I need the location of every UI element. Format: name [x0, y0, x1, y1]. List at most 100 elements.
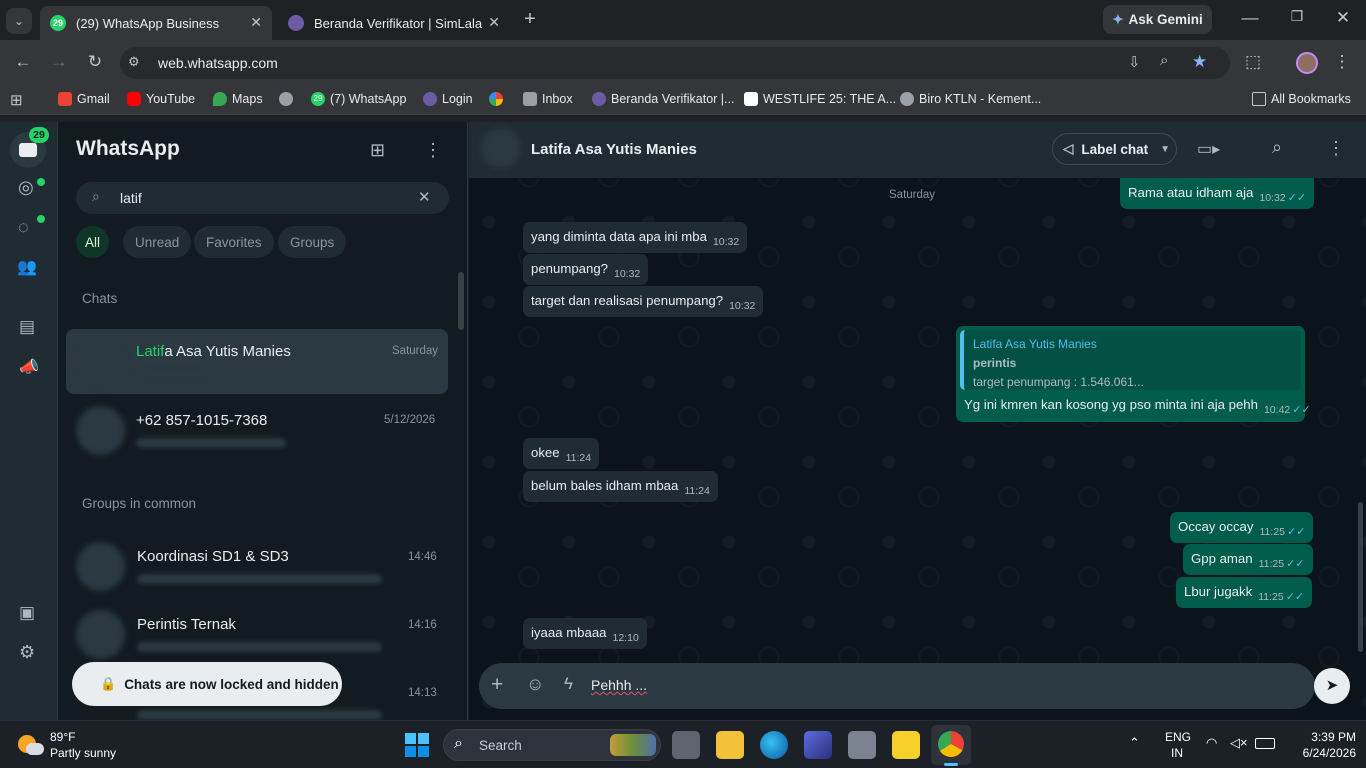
group-row-perintis[interactable]: Perintis Ternak 14:16	[66, 602, 448, 667]
back-icon[interactable]: ←	[12, 52, 34, 72]
message-bubble-in[interactable]: belum bales idham mbaa 11:24	[523, 471, 718, 502]
filter-unread[interactable]: Unread	[123, 226, 192, 258]
whatsapp-favicon-icon: 29	[50, 15, 66, 31]
tab-whatsapp[interactable]: 29 (29) WhatsApp Business ✕	[40, 6, 272, 40]
settings-icon[interactable]: ⚙	[19, 642, 35, 663]
clear-search-icon[interactable]: ✕	[418, 188, 431, 206]
chevron-up-icon[interactable]: ⌃	[1129, 735, 1140, 751]
media-icon[interactable]: ▣	[19, 603, 35, 623]
bookmark-gmail[interactable]: Gmail	[58, 92, 110, 106]
message-bubble-out[interactable]: Lbur jugakk 11:25 ✓✓	[1176, 577, 1313, 608]
message-bubble-out[interactable]: Rama atau idham aja 10:32 ✓✓	[1120, 178, 1315, 209]
bookmark-inbox[interactable]: Inbox	[523, 92, 573, 106]
tab-search-icon[interactable]: ⌄	[6, 8, 32, 34]
browser-menu-icon[interactable]: ⋮	[1332, 52, 1352, 72]
copilot-app-icon[interactable]	[804, 731, 832, 759]
cloud-icon	[26, 743, 44, 755]
channels-icon[interactable]: ◌	[18, 217, 29, 238]
restore-icon[interactable]: ❐	[1287, 8, 1307, 25]
communities-icon[interactable]: 👥	[17, 257, 37, 277]
lang-top[interactable]: ENG	[1165, 730, 1191, 744]
message-bubble-out[interactable]: Occay occay 11:25 ✓✓	[1170, 512, 1314, 543]
bookmark-youtube[interactable]: YouTube	[127, 92, 195, 106]
chat-menu-icon[interactable]: ⋮	[1327, 138, 1345, 159]
tab-simlala[interactable]: Beranda Verifikator | SimLala ✕	[278, 6, 510, 40]
bookmark-star-icon[interactable]: ★	[1192, 52, 1207, 72]
chat-row-phone[interactable]: +62 857-1015-7368 5/12/2026	[66, 398, 448, 463]
sticker-emoji-icon[interactable]: ☺	[526, 674, 544, 695]
bookmark-biro-ktln[interactable]: Biro KTLN - Kement...	[900, 92, 1041, 106]
message-bubble-out[interactable]: Gpp aman 11:25 ✓✓	[1183, 544, 1313, 575]
profile-avatar[interactable]	[1296, 52, 1318, 74]
close-tab-icon[interactable]: ✕	[488, 14, 500, 31]
message-bubble-in[interactable]: yang diminta data apa ini mba 10:32	[523, 222, 748, 253]
minimize-icon[interactable]: —	[1240, 8, 1260, 28]
label-chat-button[interactable]: ◁ Label chat ▼	[1052, 133, 1177, 165]
group-row-koordinasi[interactable]: Koordinasi SD1 & SD3 14:46	[66, 534, 448, 599]
message-bubble-in[interactable]: okee 11:24	[523, 438, 600, 469]
quick-replies-icon[interactable]: ϟ	[564, 674, 573, 694]
sticky-notes-icon[interactable]	[892, 731, 920, 759]
search-input[interactable]: ⌕ latif ✕	[76, 182, 449, 214]
filter-favorites[interactable]: Favorites	[194, 226, 274, 258]
windows-start-icon[interactable]	[405, 733, 429, 757]
apps-grid-icon[interactable]: ⊞	[10, 91, 23, 109]
chrome-taskbar-button[interactable]	[931, 725, 971, 766]
wifi-icon[interactable]: ◠	[1206, 735, 1217, 751]
quoted-message[interactable]: Latifa Asa Yutis Manies perintis target …	[960, 330, 1301, 390]
chat-header[interactable]: Latifa Asa Yutis Manies ◁ Label chat ▼ ▭▸ …	[469, 122, 1366, 178]
taskbar-search-box[interactable]: ⌕ Search	[443, 729, 661, 761]
reload-icon[interactable]: ↻	[84, 52, 106, 72]
bookmark-whatsapp[interactable]: 29 (7) WhatsApp	[311, 92, 406, 106]
edge-icon[interactable]	[760, 731, 788, 759]
new-chat-icon[interactable]: ⊞	[370, 140, 385, 161]
window-close-icon[interactable]: ✕	[1333, 8, 1353, 28]
install-app-icon[interactable]: ⇩	[1128, 53, 1141, 71]
attach-plus-icon[interactable]: +	[491, 673, 503, 697]
bookmark-beranda[interactable]: Beranda Verifikator |...	[592, 92, 734, 106]
chat-row-latifa[interactable]: Latifa Asa Yutis Manies Saturday	[66, 329, 448, 394]
chat-scrollbar[interactable]	[1358, 502, 1363, 652]
status-icon[interactable]: ◎	[18, 177, 34, 198]
close-tab-icon[interactable]: ✕	[250, 14, 262, 31]
advertise-icon[interactable]: 📣	[19, 357, 39, 377]
bookmark-westlife[interactable]: WESTLIFE 25: THE A...	[744, 92, 896, 106]
all-bookmarks[interactable]: All Bookmarks	[1252, 92, 1351, 106]
video-call-icon[interactable]: ▭▸	[1197, 139, 1220, 159]
contact-name[interactable]: Latifa Asa Yutis Manies	[531, 141, 697, 158]
site-info-icon[interactable]: ⚙	[128, 54, 140, 70]
list-scrollbar[interactable]	[458, 272, 464, 330]
extensions-icon[interactable]: ⬚	[1242, 52, 1264, 72]
lang-bottom[interactable]: IN	[1165, 746, 1189, 760]
bookmark-pinwheel[interactable]	[489, 92, 508, 106]
search-messages-icon[interactable]: ⌕	[1272, 137, 1282, 158]
bookmark-login[interactable]: Login	[423, 92, 473, 106]
volume-muted-icon[interactable]: ◁×	[1230, 735, 1248, 751]
address-bar[interactable]: ⚙ web.whatsapp.com ⇩ ⌕ ★	[120, 47, 1230, 79]
zoom-icon[interactable]: ⌕	[1160, 52, 1168, 69]
forward-icon[interactable]: →	[48, 52, 70, 72]
filter-all[interactable]: All	[76, 226, 110, 258]
battery-icon[interactable]	[1255, 738, 1275, 749]
task-view-icon[interactable]	[672, 731, 700, 759]
message-bubble-in[interactable]: target dan realisasi penumpang? 10:32	[523, 286, 764, 317]
send-button[interactable]: ➤	[1314, 668, 1350, 704]
clock-time[interactable]: 3:39 PM	[1292, 730, 1356, 744]
weather-widget[interactable]	[16, 731, 44, 759]
message-composer[interactable]: + ☺ ϟ Pehhh ...	[479, 663, 1315, 709]
tab-label: Beranda Verifikator | SimLala	[314, 15, 483, 31]
catalog-icon[interactable]: ▤	[19, 317, 35, 337]
bookmark-globe[interactable]	[279, 92, 298, 106]
file-explorer-icon[interactable]	[716, 731, 744, 759]
message-bubble-reply[interactable]: Latifa Asa Yutis Manies perintis target …	[956, 326, 1311, 422]
contact-avatar[interactable]	[481, 128, 521, 168]
camera-icon[interactable]	[848, 731, 876, 759]
menu-icon[interactable]: ⋮	[424, 140, 442, 161]
clock-date[interactable]: 6/24/2026	[1282, 746, 1356, 760]
message-bubble-in[interactable]: penumpang? 10:32	[523, 254, 649, 285]
filter-groups[interactable]: Groups	[278, 226, 347, 258]
message-bubble-in[interactable]: iyaaa mbaaa 12:10	[523, 618, 647, 649]
ask-gemini-button[interactable]: ✦ Ask Gemini	[1103, 5, 1212, 34]
new-tab-icon[interactable]: +	[518, 8, 542, 31]
bookmark-maps[interactable]: Maps	[213, 92, 263, 106]
